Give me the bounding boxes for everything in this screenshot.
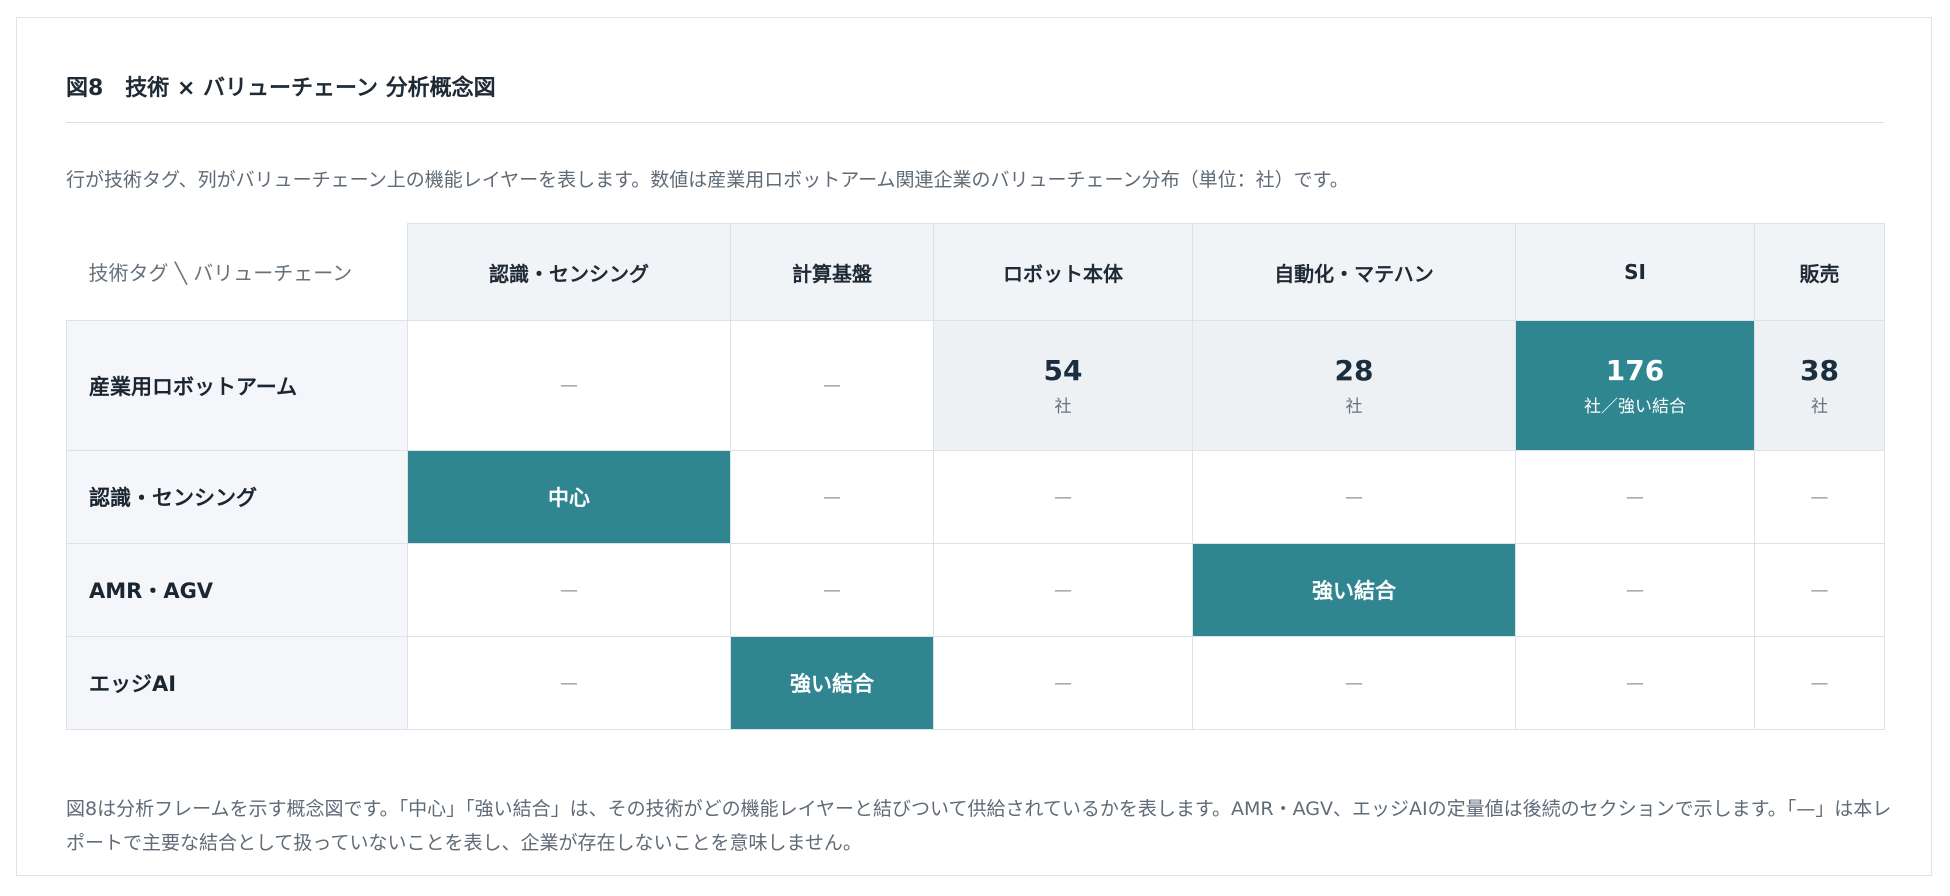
matrix-header-row: 技術タグ ╲ バリューチェーン 認識・センシング 計算基盤 ロボット本体 自動化…	[66, 223, 1885, 321]
column-header-robot-body: ロボット本体	[933, 223, 1193, 321]
cell-empty: —	[1515, 450, 1755, 544]
tech-valuechain-matrix: 技術タグ ╲ バリューチェーン 認識・センシング 計算基盤 ロボット本体 自動化…	[66, 223, 1885, 730]
figure-description: 行が技術タグ、列がバリューチェーン上の機能レイヤーを表します。数値は産業用ロボッ…	[66, 169, 1349, 191]
column-header-recognition-sensing: 認識・センシング	[407, 223, 731, 321]
count-unit: 社／強い結合	[1584, 397, 1686, 417]
cell-empty: —	[1754, 450, 1885, 544]
count-value: 38	[1800, 354, 1839, 387]
cell-count-automation: 28 社	[1192, 320, 1516, 451]
cell-empty: —	[1192, 450, 1516, 544]
column-header-si: SI	[1515, 223, 1755, 321]
cell-empty: —	[933, 543, 1193, 637]
matrix-row-amr-agv: AMR・AGV — — — 強い結合 — —	[66, 543, 1885, 637]
matrix-corner-label: 技術タグ ╲ バリューチェーン	[66, 223, 408, 321]
count-unit: 社	[1054, 397, 1072, 417]
figure-card: 図8 技術 × バリューチェーン 分析概念図 行が技術タグ、列がバリューチェーン…	[16, 17, 1932, 876]
row-header-recognition-sensing: 認識・センシング	[66, 450, 408, 544]
cell-empty: —	[1192, 636, 1516, 730]
cell-count-robot-body: 54 社	[933, 320, 1193, 451]
cell-empty: —	[933, 636, 1193, 730]
count-value: 54	[1043, 354, 1083, 387]
cell-empty: —	[407, 320, 731, 451]
count-unit: 社	[1811, 397, 1828, 417]
cell-empty: —	[1754, 543, 1885, 637]
row-header-edge-ai: エッジAI	[66, 636, 408, 730]
count-unit: 社	[1345, 397, 1363, 417]
title-divider	[66, 122, 1884, 123]
cell-empty: —	[407, 636, 731, 730]
matrix-row-recognition-sensing: 認識・センシング 中心 — — — — —	[66, 450, 1885, 544]
row-header-industrial-robot-arm: 産業用ロボットアーム	[66, 320, 408, 451]
cell-strong-coupling: 強い結合	[730, 636, 934, 730]
cell-empty: —	[1754, 636, 1885, 730]
row-header-amr-agv: AMR・AGV	[66, 543, 408, 637]
cell-empty: —	[933, 450, 1193, 544]
cell-empty: —	[1515, 636, 1755, 730]
matrix-row-industrial-robot-arm: 産業用ロボットアーム — — 54 社 28 社 176 社／強い結合 38 社	[66, 320, 1885, 451]
figure-footnote: 図8は分析フレームを示す概念図です。「中心」「強い結合」は、その技術がどの機能レ…	[66, 798, 1892, 854]
figure-title: 図8 技術 × バリューチェーン 分析概念図	[66, 76, 496, 101]
cell-empty: —	[730, 543, 934, 637]
cell-strong-center: 中心	[407, 450, 731, 544]
column-header-automation-material-handling: 自動化・マテハン	[1192, 223, 1516, 321]
column-header-sales: 販売	[1754, 223, 1885, 321]
count-value: 176	[1605, 354, 1665, 387]
cell-empty: —	[1515, 543, 1755, 637]
count-value: 28	[1334, 354, 1374, 387]
matrix-row-edge-ai: エッジAI — 強い結合 — — — —	[66, 636, 1885, 730]
cell-empty: —	[730, 320, 934, 451]
cell-count-si-strong: 176 社／強い結合	[1515, 320, 1755, 451]
cell-empty: —	[407, 543, 731, 637]
cell-count-sales: 38 社	[1754, 320, 1885, 451]
column-header-compute-platform: 計算基盤	[730, 223, 934, 321]
cell-strong-coupling: 強い結合	[1192, 543, 1516, 637]
cell-empty: —	[730, 450, 934, 544]
